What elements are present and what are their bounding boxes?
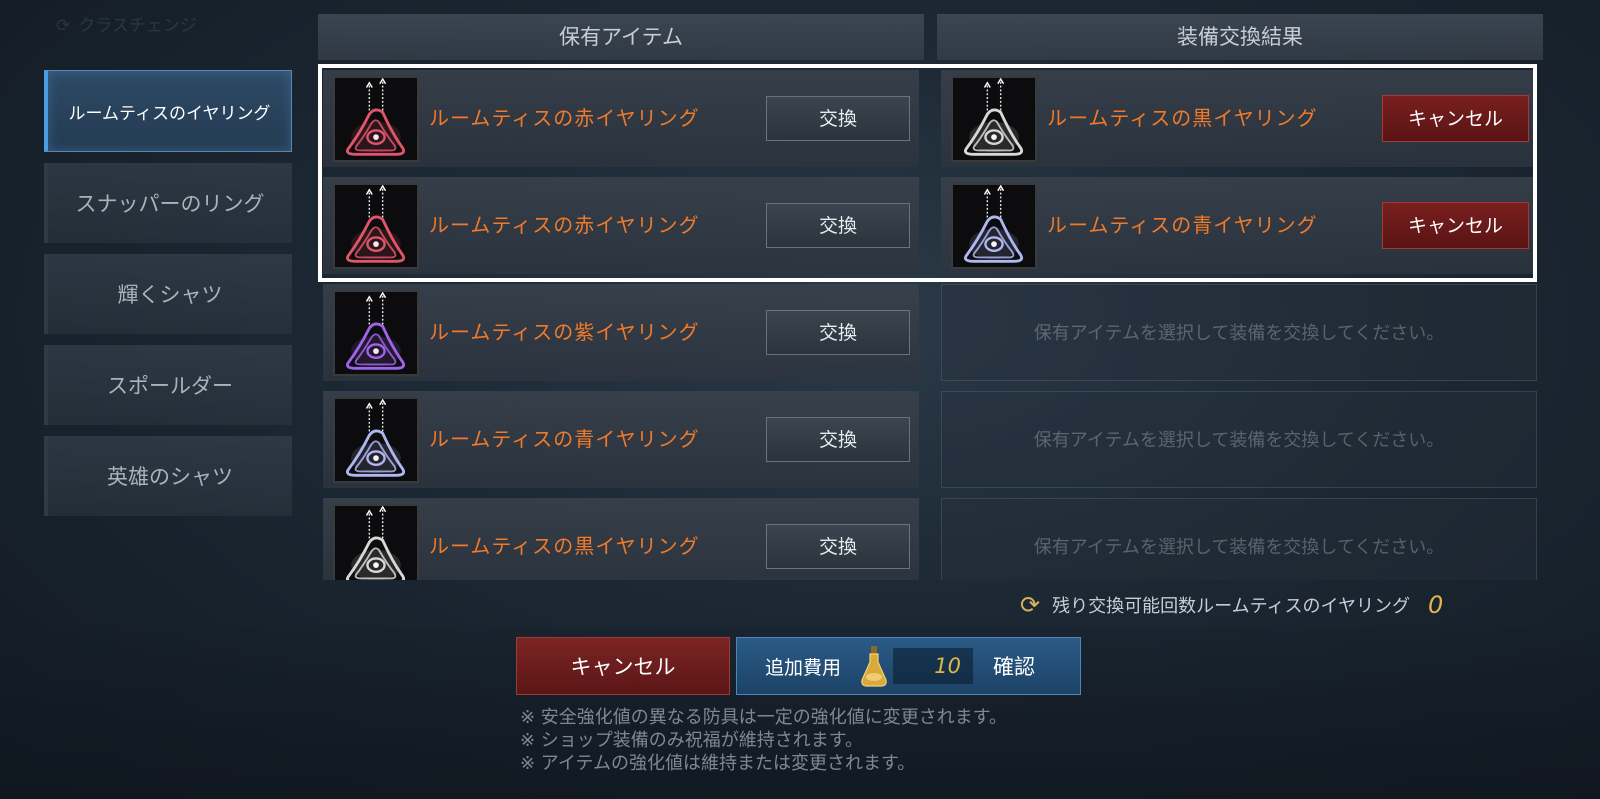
- earring-icon: [951, 76, 1037, 162]
- empty-slot-text: 保有アイテムを選択して装備を交換してください。: [1033, 537, 1445, 558]
- item-name: ルームティスの赤イヤリング: [429, 106, 700, 130]
- class-change-label: クラスチェンジ: [78, 16, 197, 36]
- empty-result-slot: 保有アイテムを選択して装備を交換してください。: [941, 391, 1537, 488]
- item-name: ルームティスの青イヤリング: [429, 427, 700, 451]
- category-sidebar: ルームティスのイヤリング スナッパーのリング 輝くシャツ スポールダー 英雄のシ…: [44, 70, 292, 527]
- empty-slot-text: 保有アイテムを選択して装備を交換してください。: [1033, 430, 1445, 451]
- held-items-header: 保有アイテム: [318, 14, 924, 60]
- held-item-row: ルームティスの赤イヤリング 交換: [323, 70, 919, 167]
- refresh-icon: ⟳: [56, 16, 71, 36]
- extra-cost-value: 10: [893, 648, 974, 684]
- confirm-button[interactable]: 追加費用 10 確認: [736, 637, 1081, 695]
- exchange-result-list: ルームティスの黒イヤリング キャンセル ルームティスの青イヤリング キャンセル …: [941, 70, 1537, 580]
- earring-icon: [333, 504, 419, 580]
- earring-icon: [333, 183, 419, 269]
- empty-slot-text: 保有アイテムを選択して装備を交換してください。: [1033, 323, 1445, 344]
- sidebar-item-shining-shirt[interactable]: 輝くシャツ: [44, 254, 292, 334]
- confirm-label: 確認: [993, 655, 1036, 679]
- exchange-button[interactable]: 交換: [766, 417, 910, 462]
- sidebar-item-label: スナッパーのリング: [75, 192, 265, 216]
- sidebar-item-label: 英雄のシャツ: [107, 465, 233, 489]
- extra-cost-label: 追加費用: [765, 656, 842, 679]
- sidebar-item-snapper-ring[interactable]: スナッパーのリング: [44, 163, 292, 243]
- refresh-icon: ⟳: [1020, 591, 1041, 619]
- earring-icon: [333, 397, 419, 483]
- sidebar-item-lumetis-earring[interactable]: ルームティスのイヤリング: [44, 70, 292, 152]
- note-line: ※ 安全強化値の異なる防具は一定の強化値に変更されます。: [520, 707, 1008, 728]
- cancel-exchange-button[interactable]: キャンセル: [1382, 95, 1529, 142]
- item-name: ルームティスの紫イヤリング: [429, 320, 700, 344]
- cancel-button[interactable]: キャンセル: [516, 637, 730, 695]
- exchange-button[interactable]: 交換: [766, 203, 910, 248]
- note-line: ※ ショップ装備のみ祝福が維持されます。: [520, 730, 864, 751]
- item-name: ルームティスの黒イヤリング: [1047, 106, 1318, 130]
- sidebar-item-label: ルームティスのイヤリング: [68, 103, 271, 124]
- item-name: ルームティスの赤イヤリング: [429, 213, 700, 237]
- result-row: ルームティスの黒イヤリング キャンセル: [941, 70, 1537, 167]
- note-line: ※ アイテムの強化値は維持または変更されます。: [520, 753, 916, 774]
- gold-potion-icon: [861, 646, 887, 687]
- held-item-row: ルームティスの青イヤリング 交換: [323, 391, 919, 488]
- held-item-row: ルームティスの黒イヤリング 交換: [323, 498, 919, 580]
- earring-icon: [951, 183, 1037, 269]
- empty-result-slot: 保有アイテムを選択して装備を交換してください。: [941, 498, 1537, 580]
- remaining-count: 0: [1427, 591, 1444, 619]
- exchange-button[interactable]: 交換: [766, 310, 910, 355]
- notes: ※ 安全強化値の異なる防具は一定の強化値に変更されます。 ※ ショップ装備のみ祝…: [520, 706, 1007, 775]
- held-item-row: ルームティスの赤イヤリング 交換: [323, 177, 919, 274]
- exchange-button[interactable]: 交換: [766, 524, 910, 569]
- sidebar-item-hero-shirt[interactable]: 英雄のシャツ: [44, 436, 292, 516]
- cancel-exchange-button[interactable]: キャンセル: [1382, 202, 1529, 249]
- item-name: ルームティスの黒イヤリング: [429, 534, 700, 558]
- sidebar-item-label: スポールダー: [107, 374, 233, 398]
- result-row: ルームティスの青イヤリング キャンセル: [941, 177, 1537, 274]
- item-name: ルームティスの青イヤリング: [1047, 213, 1318, 237]
- held-item-row: ルームティスの紫イヤリング 交換: [323, 284, 919, 381]
- sidebar-item-spaulder[interactable]: スポールダー: [44, 345, 292, 425]
- remaining-exchanges: ⟳ 残り交換可能回数ルームティスのイヤリング 0: [1020, 586, 1443, 624]
- sidebar-item-label: 輝くシャツ: [117, 283, 223, 307]
- empty-result-slot: 保有アイテムを選択して装備を交換してください。: [941, 284, 1537, 381]
- class-change-tab[interactable]: ⟳ クラスチェンジ: [56, 6, 266, 46]
- exchange-result-header: 装備交換結果: [937, 14, 1543, 60]
- earring-icon: [333, 76, 419, 162]
- remaining-label: 残り交換可能回数ルームティスのイヤリング: [1052, 596, 1410, 617]
- held-items-list: ルームティスの赤イヤリング 交換 ルームティスの赤イヤリング 交換 ルームティス…: [323, 70, 919, 580]
- exchange-button[interactable]: 交換: [766, 96, 910, 141]
- earring-icon: [333, 290, 419, 376]
